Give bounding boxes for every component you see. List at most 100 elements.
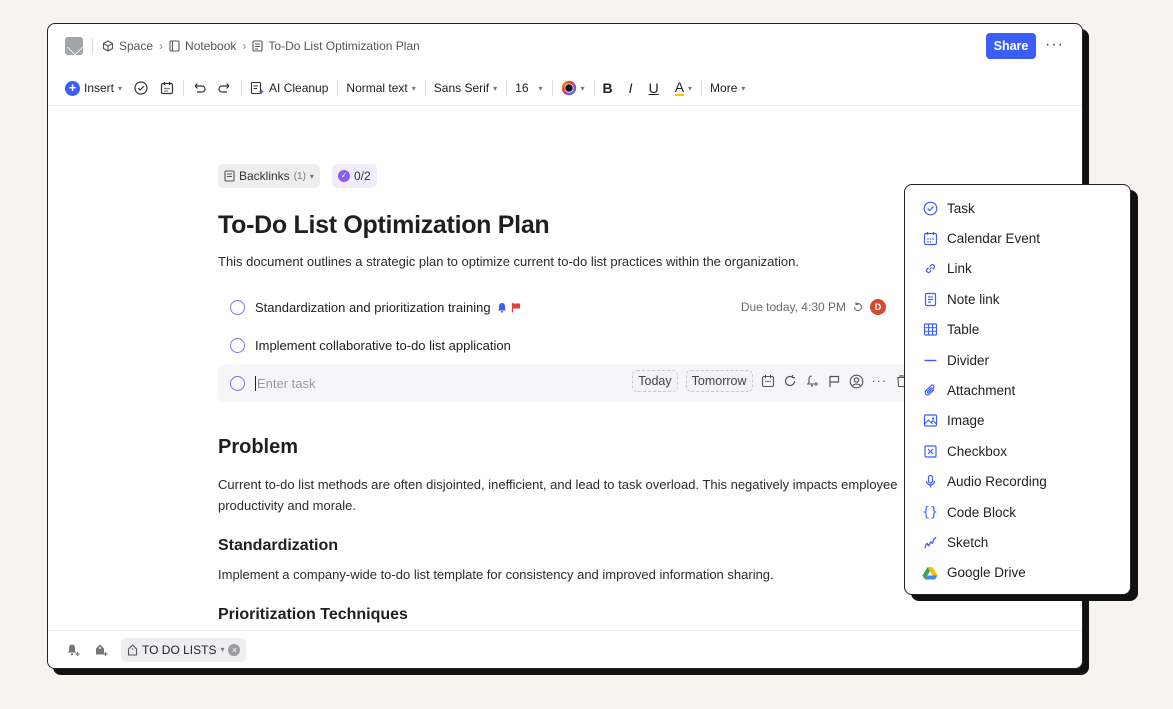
task-item[interactable]: Implement collaborative to-do list appli…	[218, 326, 918, 364]
check-circle-icon: ✓	[337, 170, 350, 182]
share-button[interactable]: Share	[986, 33, 1036, 59]
calendar-button[interactable]	[160, 81, 174, 95]
breadcrumb-notebook[interactable]: Notebook	[169, 39, 236, 53]
task-checkbox[interactable]	[230, 337, 245, 353]
more-options-icon[interactable]: ···	[1045, 36, 1064, 54]
font-size-select[interactable]: 16 ▾	[515, 81, 542, 95]
calendar-icon	[160, 81, 174, 95]
note-icon	[224, 170, 235, 182]
bold-button[interactable]: B	[603, 80, 613, 96]
menu-item-link[interactable]: Link	[905, 254, 1130, 284]
bottom-bar: TO DO LISTS ▾ ×	[48, 630, 1082, 668]
text-color-picker[interactable]: ▾	[561, 80, 585, 96]
menu-item-note-link[interactable]: Note link	[905, 284, 1130, 314]
task-due[interactable]: Due today, 4:30 PM D	[741, 299, 886, 315]
table-icon	[922, 322, 938, 338]
chevron-down-icon: ▾	[220, 645, 225, 654]
menu-item-divider[interactable]: Divider	[905, 345, 1130, 375]
note-icon	[922, 291, 938, 307]
undo-button[interactable]	[192, 81, 206, 95]
new-task-row[interactable]: Enter task Today Tomorrow ···	[218, 364, 918, 402]
repeat-icon[interactable]	[783, 374, 797, 388]
task-button[interactable]	[134, 81, 148, 95]
menu-item-checkbox[interactable]: Checkbox	[905, 436, 1130, 466]
paragraph-standardization: Implement a company-wide to-do list temp…	[218, 567, 774, 582]
chevron-right-icon: ›	[242, 39, 247, 53]
breadcrumb: Space › Notebook › To-Do List Optimizati…	[102, 39, 420, 53]
more-options-icon[interactable]: ···	[872, 374, 888, 388]
chevron-down-icon: ▾	[688, 83, 693, 93]
menu-item-audio-recording[interactable]: Audio Recording	[905, 467, 1130, 497]
check-circle-icon	[922, 200, 938, 216]
top-bar: Space › Notebook › To-Do List Optimizati…	[48, 24, 1082, 68]
task-editor-tools: Today Tomorrow ···	[632, 370, 908, 392]
underline-button[interactable]: U	[649, 80, 659, 96]
task-input[interactable]: Enter task	[255, 375, 316, 391]
calendar-icon	[922, 231, 938, 247]
paragraph-problem: Current to-do list methods are often dis…	[218, 477, 898, 513]
calendar-icon[interactable]	[761, 374, 775, 388]
ai-sparkle-icon	[250, 81, 265, 96]
assign-user-icon[interactable]	[849, 374, 864, 389]
insert-button[interactable]: + Insert ▾	[65, 80, 122, 96]
italic-button[interactable]: I	[629, 80, 633, 96]
tag-icon	[127, 643, 138, 656]
task-checkbox[interactable]	[230, 299, 245, 315]
redo-button[interactable]	[218, 81, 232, 95]
checkbox-icon	[922, 443, 938, 459]
document-body: Backlinks (1) ▾ ✓ 0/2 To-Do List Optimiz…	[218, 164, 918, 633]
menu-item-image[interactable]: Image	[905, 406, 1130, 436]
tomorrow-chip[interactable]: Tomorrow	[685, 370, 753, 392]
cube-icon	[102, 40, 114, 52]
tag-chip[interactable]: TO DO LISTS ▾ ×	[121, 637, 247, 662]
undo-icon	[192, 81, 206, 95]
task-item[interactable]: Standardization and prioritization train…	[218, 288, 918, 326]
menu-item-table[interactable]: Table	[905, 315, 1130, 345]
formatting-toolbar: + Insert ▾ AI Cleanup Normal text ▾ Sans…	[48, 76, 1082, 100]
chevron-down-icon: ▾	[538, 83, 543, 93]
menu-item-attachment[interactable]: Attachment	[905, 375, 1130, 405]
chevron-down-icon: ▾	[580, 83, 585, 93]
add-reminder-icon[interactable]	[65, 642, 81, 658]
breadcrumb-page[interactable]: To-Do List Optimization Plan	[252, 39, 420, 53]
heading-problem: Problem	[218, 436, 299, 458]
menu-item-code-block[interactable]: {} Code Block	[905, 497, 1130, 527]
chevron-down-icon: ▾	[493, 83, 498, 93]
menu-item-task[interactable]: Task	[905, 193, 1130, 223]
priority-flag-icon	[511, 302, 521, 313]
backlinks-button[interactable]: Backlinks (1) ▾	[218, 164, 320, 188]
menu-item-google-drive[interactable]: Google Drive	[905, 558, 1130, 588]
font-family-select[interactable]: Sans Serif ▾	[434, 81, 497, 95]
page-title: To-Do List Optimization Plan	[218, 211, 550, 239]
divider-icon	[922, 352, 938, 368]
breadcrumb-space[interactable]: Space	[102, 39, 153, 53]
task-progress-badge[interactable]: ✓ 0/2	[331, 164, 377, 188]
color-wheel-icon	[561, 80, 577, 96]
chevron-down-icon: ▾	[411, 83, 416, 93]
chevron-right-icon: ›	[159, 39, 164, 53]
add-tag-icon[interactable]	[93, 642, 109, 658]
more-toolbar-button[interactable]: More ▾	[710, 81, 745, 95]
redo-icon	[218, 81, 232, 95]
code-braces-icon: {}	[922, 504, 938, 520]
text-style-select[interactable]: Normal text ▾	[346, 81, 415, 95]
flag-icon[interactable]	[827, 374, 841, 388]
today-chip[interactable]: Today	[632, 370, 678, 392]
notebook-icon	[169, 40, 180, 52]
menu-item-sketch[interactable]: Sketch	[905, 527, 1130, 557]
plus-icon: +	[65, 80, 80, 96]
paperclip-icon	[922, 383, 938, 399]
link-icon	[922, 261, 938, 277]
chevron-down-icon: ▾	[309, 171, 314, 181]
collapse-sidebar-icon[interactable]	[65, 37, 83, 55]
reminder-bell-icon[interactable]	[805, 374, 819, 388]
heading-prioritization: Prioritization Techniques	[218, 606, 408, 623]
google-drive-icon	[922, 565, 938, 581]
highlight-button[interactable]: A ▾	[674, 80, 693, 96]
ai-cleanup-button[interactable]: AI Cleanup	[250, 81, 328, 96]
chevron-down-icon: ▾	[741, 83, 746, 93]
assignee-avatar[interactable]: D	[870, 299, 886, 315]
menu-item-calendar-event[interactable]: Calendar Event	[905, 223, 1130, 253]
remove-tag-icon[interactable]: ×	[228, 643, 241, 656]
task-checkbox[interactable]	[230, 375, 245, 391]
